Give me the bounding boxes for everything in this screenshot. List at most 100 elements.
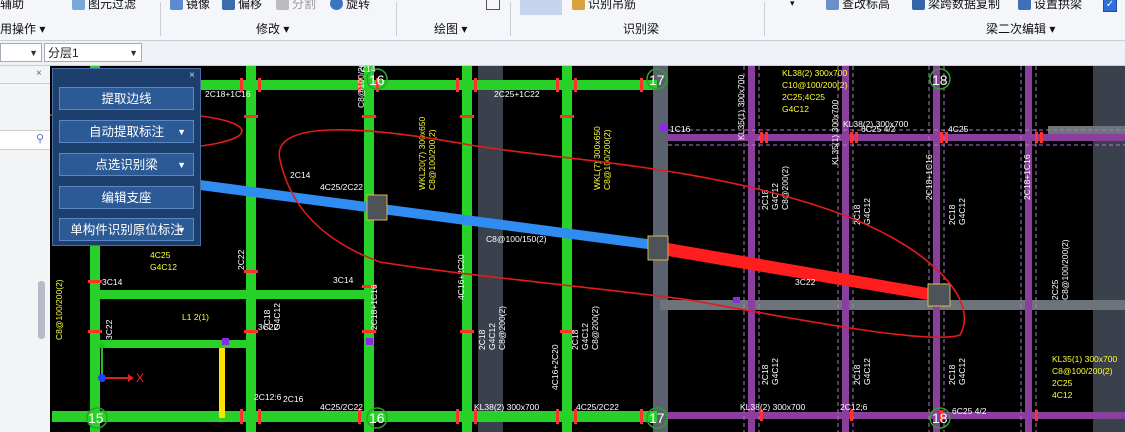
svg-text:G4C12: G4C12 (862, 198, 872, 225)
svg-text:4C16+2C20: 4C16+2C20 (550, 344, 560, 390)
offset-button[interactable]: 偏移 (222, 0, 262, 12)
panel-scrollbar[interactable] (38, 281, 45, 339)
copy-icon (912, 0, 925, 10)
svg-text:KL35(1) 300x700: KL35(1) 300x700 (1052, 354, 1117, 364)
draw-rect-icon[interactable] (486, 0, 500, 10)
ribbon: 辅助 图元过滤 镜像 偏移 分割 旋转 识别吊筋 ▾ 查改标高 梁跨数据复制 设… (0, 0, 1125, 41)
svg-text:2C18+1C16: 2C18+1C16 (205, 89, 251, 99)
chevron-down-icon: ▼ (177, 127, 186, 137)
ribbon-separator (396, 2, 397, 36)
auto-extract-label: 自动提取标注 (88, 125, 164, 139)
svg-text:KL38(2) 300x700: KL38(2) 300x700 (740, 402, 805, 412)
check-elevation-button[interactable]: 查改标高 (826, 0, 890, 12)
filter-button[interactable]: 图元过滤 (72, 0, 136, 12)
svg-text:2C25: 2C25 (1050, 279, 1060, 300)
point-identify-label: 点选识别梁 (95, 158, 158, 172)
svg-text:4C25: 4C25 (150, 250, 171, 260)
point-identify-beam-button[interactable]: 点选识别梁 ▼ (59, 153, 194, 176)
svg-text:C8@100/200(2): C8@100/200(2) (1052, 366, 1113, 376)
layer-select[interactable]: ▼ (0, 43, 42, 62)
edit-support-button[interactable]: 编辑支座 (59, 186, 194, 209)
group-ops-label[interactable]: 用操作 ▾ (0, 20, 45, 37)
chevron-down-icon: ▼ (29, 48, 38, 58)
axis-label-16-bottom: 16 (369, 410, 385, 426)
svg-text:2C18: 2C18 (262, 309, 272, 330)
extract-edge-label: 提取边线 (101, 92, 152, 106)
auto-extract-label-button[interactable]: 自动提取标注 ▼ (59, 120, 194, 143)
svg-text:1C16: 1C16 (670, 124, 691, 134)
svg-text:2C12:6: 2C12:6 (254, 392, 282, 402)
checkbox-checked[interactable]: ✓ (1103, 0, 1117, 12)
hanger-icon (572, 0, 585, 10)
rotate-icon (330, 0, 343, 10)
ribbon-separator (510, 2, 511, 36)
svg-text:G4C12: G4C12 (487, 323, 497, 350)
axis-label-18-bottom: 18 (932, 410, 948, 426)
ribbon-dropdown-arrow[interactable]: ▾ (790, 0, 795, 9)
cad-drawing-canvas[interactable]: 16 17 18 15 16 17 18 X C14 2C18+1C16 2C1… (50, 66, 1125, 432)
arch-icon (1018, 0, 1031, 10)
identify-hanger-label: 识别吊筋 (588, 0, 637, 11)
floor-select[interactable]: 分层1 ▼ (44, 43, 142, 62)
svg-text:2C25: 2C25 (1052, 378, 1073, 388)
svg-text:2C22: 2C22 (236, 249, 246, 270)
span-copy-button[interactable]: 梁跨数据复制 (912, 0, 1000, 12)
rotate-label: 旋转 (346, 0, 371, 11)
close-icon[interactable]: × (36, 68, 42, 79)
mirror-button[interactable]: 镜像 (170, 0, 210, 12)
svg-text:6C25 4/2: 6C25 4/2 (861, 124, 896, 134)
yellow-beam (219, 348, 225, 418)
svg-text:2C18+1C16: 2C18+1C16 (369, 284, 379, 330)
divider (0, 83, 50, 84)
chevron-down-icon: ▼ (177, 160, 186, 170)
svg-text:C8@100/200(2): C8@100/200(2) (1060, 239, 1070, 300)
svg-text:KL38(2) 300x700: KL38(2) 300x700 (474, 402, 539, 412)
group-modify-label[interactable]: 修改 ▾ (256, 20, 289, 37)
svg-text:2C16: 2C16 (283, 394, 304, 404)
origin-axis-marker: X (98, 342, 144, 385)
identify-hanger-button[interactable]: 识别吊筋 (572, 0, 636, 12)
single-member-identify-label: 单构件识别原位标注 (70, 223, 183, 237)
svg-text:2C25;4C25: 2C25;4C25 (782, 92, 825, 102)
identify-beam-floating-panel: × 提取边线 自动提取标注 ▼ 点选识别梁 ▼ 编辑支座 单构件识别原位标注 ▼ (52, 68, 201, 246)
ribbon-aux-label[interactable]: 辅助 (0, 0, 24, 12)
close-icon[interactable]: × (189, 70, 195, 81)
svg-text:2C25+1C22: 2C25+1C22 (494, 89, 540, 99)
single-member-identify-button[interactable]: 单构件识别原位标注 ▼ (59, 218, 194, 241)
split-icon (276, 0, 289, 10)
svg-text:6C25 4/2: 6C25 4/2 (952, 406, 987, 416)
svg-text:C8@100/200(2): C8@100/200(2) (356, 66, 366, 108)
rotate-button[interactable]: 旋转 (330, 0, 370, 12)
svg-text:C8@200(2): C8@200(2) (590, 306, 600, 350)
svg-text:2C18: 2C18 (477, 329, 487, 350)
svg-text:G4C12: G4C12 (770, 358, 780, 385)
panel-search-input[interactable]: ⚲ (0, 130, 50, 150)
extract-edge-button[interactable]: 提取边线 (59, 87, 194, 110)
svg-text:2C18+1C16: 2C18+1C16 (924, 154, 934, 200)
ribbon-separator (160, 2, 161, 36)
svg-text:2C18: 2C18 (760, 189, 770, 210)
svg-text:2C12;6: 2C12;6 (840, 402, 868, 412)
axis-label-15-bottom: 15 (88, 410, 104, 426)
set-arch-beam-button[interactable]: 设置拱梁 (1018, 0, 1082, 12)
mirror-label: 镜像 (186, 0, 211, 11)
split-label: 分割 (292, 0, 317, 11)
chevron-down-icon: ▼ (129, 48, 138, 58)
check-icon (826, 0, 839, 10)
span-copy-label: 梁跨数据复制 (928, 0, 1001, 11)
ribbon-separator (764, 2, 765, 36)
split-button[interactable]: 分割 (276, 0, 316, 12)
search-icon: ⚲ (35, 133, 44, 145)
group-draw-label[interactable]: 绘图 ▾ (434, 20, 467, 37)
svg-text:G4C12: G4C12 (957, 358, 967, 385)
svg-text:G4C12: G4C12 (862, 358, 872, 385)
mirror-icon (170, 0, 183, 10)
svg-text:WKL20(7) 300x650: WKL20(7) 300x650 (417, 116, 427, 190)
filter-label: 图元过滤 (88, 0, 137, 11)
group-beam-secondary-label[interactable]: 梁二次编辑 ▾ (986, 20, 1055, 37)
axis-labels: 16 17 18 15 16 17 18 (88, 72, 948, 426)
svg-text:3C22: 3C22 (795, 277, 816, 287)
group-identify-beam-label: 识别梁 (623, 22, 660, 36)
svg-text:2C18: 2C18 (947, 204, 957, 225)
svg-text:C8@100/200(2): C8@100/200(2) (54, 279, 64, 340)
